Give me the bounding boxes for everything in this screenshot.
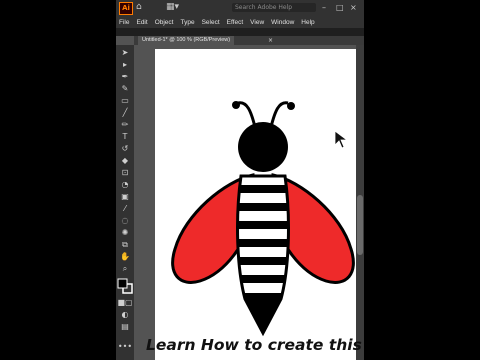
selection-tool[interactable]: ➤ [116, 47, 134, 59]
bee-illustration [171, 101, 355, 337]
left-antenna-tip [232, 101, 240, 109]
maximize-button[interactable]: □ [336, 2, 344, 13]
canvas-area[interactable] [134, 45, 364, 360]
vertical-scrollbar[interactable] [356, 45, 364, 360]
mouse-cursor-icon [334, 130, 348, 149]
control-bar [116, 28, 364, 36]
blend-tool[interactable]: ◌ [116, 215, 134, 227]
pen-tool[interactable]: ✒ [116, 71, 134, 83]
document-tab-label: Untitled-1* @ 100 % (RGB/Preview) [142, 37, 231, 43]
direct-selection-tool[interactable]: ▸ [116, 59, 134, 71]
right-antenna-tip [287, 102, 295, 110]
menu-help[interactable]: Help [301, 19, 314, 26]
artboard[interactable] [155, 49, 356, 360]
rectangle-tool[interactable]: ▭ [116, 95, 134, 107]
pencil-tool[interactable]: ✏ [116, 119, 134, 131]
curvature-tool[interactable]: ✎ [116, 83, 134, 95]
document-tab[interactable]: Untitled-1* @ 100 % (RGB/Preview) [138, 36, 235, 45]
menu-file[interactable]: File [119, 19, 129, 26]
eraser-tool[interactable]: ◆ [116, 155, 134, 167]
home-icon[interactable]: ⌂ [136, 2, 142, 13]
illustrator-window: Ai ⌂ ▦▾ Search Adobe Help – □ × File Edi… [116, 0, 364, 360]
more-tools-icon[interactable]: ••• [116, 341, 134, 353]
shape-builder-tool[interactable]: ◔ [116, 179, 134, 191]
color-mode-icon[interactable]: ■▢ [116, 297, 134, 309]
left-antenna [237, 101, 257, 128]
symbol-sprayer-tool[interactable]: ✺ [116, 227, 134, 239]
workspace-switcher-icon[interactable]: ▦▾ [166, 2, 179, 13]
bee-head [238, 122, 288, 172]
draw-mode-icon[interactable]: ◐ [116, 309, 134, 321]
menu-bar: File Edit Object Type Select Effect View… [116, 16, 364, 28]
menu-edit[interactable]: Edit [136, 19, 147, 26]
fill-stroke-swatch[interactable] [116, 277, 134, 295]
gradient-tool[interactable]: ▣ [116, 191, 134, 203]
illustrator-logo: Ai [119, 2, 133, 15]
close-window-button[interactable]: × [350, 2, 357, 13]
screen-mode-icon[interactable]: ▤ [116, 321, 134, 333]
eyedropper-tool[interactable]: ⁄ [116, 203, 134, 215]
menu-effect[interactable]: Effect [227, 19, 244, 26]
hand-tool[interactable]: ✋ [116, 251, 134, 263]
menu-view[interactable]: View [250, 19, 264, 26]
close-tab-icon[interactable]: × [268, 36, 273, 45]
menu-type[interactable]: Type [180, 19, 194, 26]
rotate-tool[interactable]: ↺ [116, 143, 134, 155]
caption-text: Learn How to create this [146, 336, 362, 354]
tools-panel: ➤ ▸ ✒ ✎ ▭ ╱ ✏ T ↺ ◆ ⊡ ◔ ▣ ⁄ ◌ ✺ ⧉ ✋ ⌕ ■▢… [116, 45, 134, 360]
menu-select[interactable]: Select [202, 19, 220, 26]
app-title-bar: Ai ⌂ ▦▾ Search Adobe Help – □ × [116, 0, 364, 16]
type-tool[interactable]: T [116, 131, 134, 143]
paintbrush-tool[interactable]: ╱ [116, 107, 134, 119]
scrollbar-thumb[interactable] [357, 195, 363, 255]
artboard-tool[interactable]: ⧉ [116, 239, 134, 251]
document-tab-bar: Untitled-1* @ 100 % (RGB/Preview) × [134, 36, 364, 45]
menu-window[interactable]: Window [271, 19, 294, 26]
minimize-button[interactable]: – [322, 2, 326, 13]
search-input[interactable]: Search Adobe Help [232, 3, 316, 12]
menu-object[interactable]: Object [155, 19, 174, 26]
right-antenna [269, 101, 289, 128]
fill-stroke-icon [117, 278, 133, 294]
zoom-tool[interactable]: ⌕ [116, 263, 134, 275]
scale-tool[interactable]: ⊡ [116, 167, 134, 179]
